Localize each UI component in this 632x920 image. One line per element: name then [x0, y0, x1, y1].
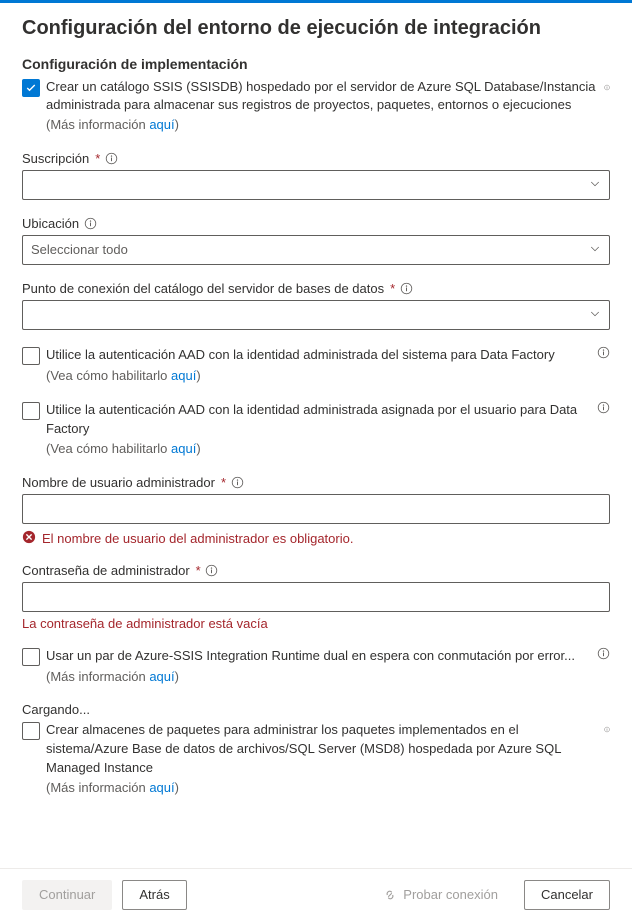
info-icon[interactable]	[104, 151, 118, 165]
info-icon[interactable]	[596, 401, 610, 415]
admin-pass-error: La contraseña de administrador está vací…	[22, 616, 610, 631]
required-indicator: *	[196, 563, 201, 578]
subscription-label: Suscripción	[22, 151, 89, 166]
aad-user-label: Utilice la autenticación AAD con la iden…	[46, 401, 590, 439]
required-indicator: *	[95, 151, 100, 166]
dual-standby-label: Usar un par de Azure-SSIS Integration Ru…	[46, 647, 590, 666]
package-stores-checkbox[interactable]	[22, 722, 40, 740]
admin-user-error: El nombre de usuario del administrador e…	[42, 531, 353, 546]
test-connection-button[interactable]: Probar conexión	[367, 880, 514, 910]
chevron-down-icon	[589, 177, 601, 192]
ssisdb-label: Crear un catálogo SSIS (SSISDB) hospedad…	[46, 78, 596, 114]
ssisdb-more-link[interactable]: aquí	[149, 117, 174, 132]
aad-system-hint: (Vea cómo habilitarlo aquí)	[46, 367, 610, 385]
ssisdb-hint: (Más información aquí)	[46, 116, 596, 134]
endpoint-select[interactable]	[22, 300, 610, 330]
subscription-select[interactable]	[22, 170, 610, 200]
link-icon	[383, 888, 397, 902]
info-icon[interactable]	[596, 647, 610, 661]
section-header-deployment: Configuración de implementación	[22, 56, 610, 72]
info-icon[interactable]	[230, 475, 244, 489]
chevron-down-icon	[589, 242, 601, 257]
aad-user-link[interactable]: aquí	[171, 441, 196, 456]
aad-system-checkbox[interactable]	[22, 347, 40, 365]
back-button[interactable]: Atrás	[122, 880, 186, 910]
package-stores-label: Crear almacenes de paquetes para adminis…	[46, 721, 596, 778]
admin-user-input[interactable]	[22, 494, 610, 524]
package-stores-hint: (Más información aquí)	[46, 779, 596, 797]
dual-standby-hint: (Más información aquí)	[46, 668, 610, 686]
footer-bar: Continuar Atrás Probar conexión Cancelar	[0, 868, 632, 920]
location-label: Ubicación	[22, 216, 79, 231]
package-stores-link[interactable]: aquí	[149, 780, 174, 795]
page-title: Configuración del entorno de ejecución d…	[22, 17, 610, 40]
error-icon	[22, 530, 36, 547]
dual-standby-link[interactable]: aquí	[149, 669, 174, 684]
required-indicator: *	[390, 281, 395, 296]
admin-user-label: Nombre de usuario administrador	[22, 475, 215, 490]
aad-user-hint: (Vea cómo habilitarlo aquí)	[46, 440, 610, 458]
ssisdb-checkbox[interactable]	[22, 79, 40, 97]
info-icon[interactable]	[205, 563, 219, 577]
cancel-button[interactable]: Cancelar	[524, 880, 610, 910]
required-indicator: *	[221, 475, 226, 490]
info-icon[interactable]	[596, 723, 610, 737]
dual-standby-checkbox[interactable]	[22, 648, 40, 666]
aad-system-label: Utilice la autenticación AAD con la iden…	[46, 346, 590, 365]
aad-user-checkbox[interactable]	[22, 402, 40, 420]
admin-pass-label: Contraseña de administrador	[22, 563, 190, 578]
admin-pass-input[interactable]	[22, 582, 610, 612]
continue-button[interactable]: Continuar	[22, 880, 112, 910]
loading-text: Cargando...	[22, 702, 610, 717]
info-icon[interactable]	[596, 80, 610, 94]
endpoint-label: Punto de conexión del catálogo del servi…	[22, 281, 384, 296]
info-icon[interactable]	[83, 216, 97, 230]
info-icon[interactable]	[596, 346, 610, 360]
aad-system-link[interactable]: aquí	[171, 368, 196, 383]
location-select[interactable]: Seleccionar todo	[22, 235, 610, 265]
chevron-down-icon	[589, 307, 601, 322]
info-icon[interactable]	[399, 281, 413, 295]
